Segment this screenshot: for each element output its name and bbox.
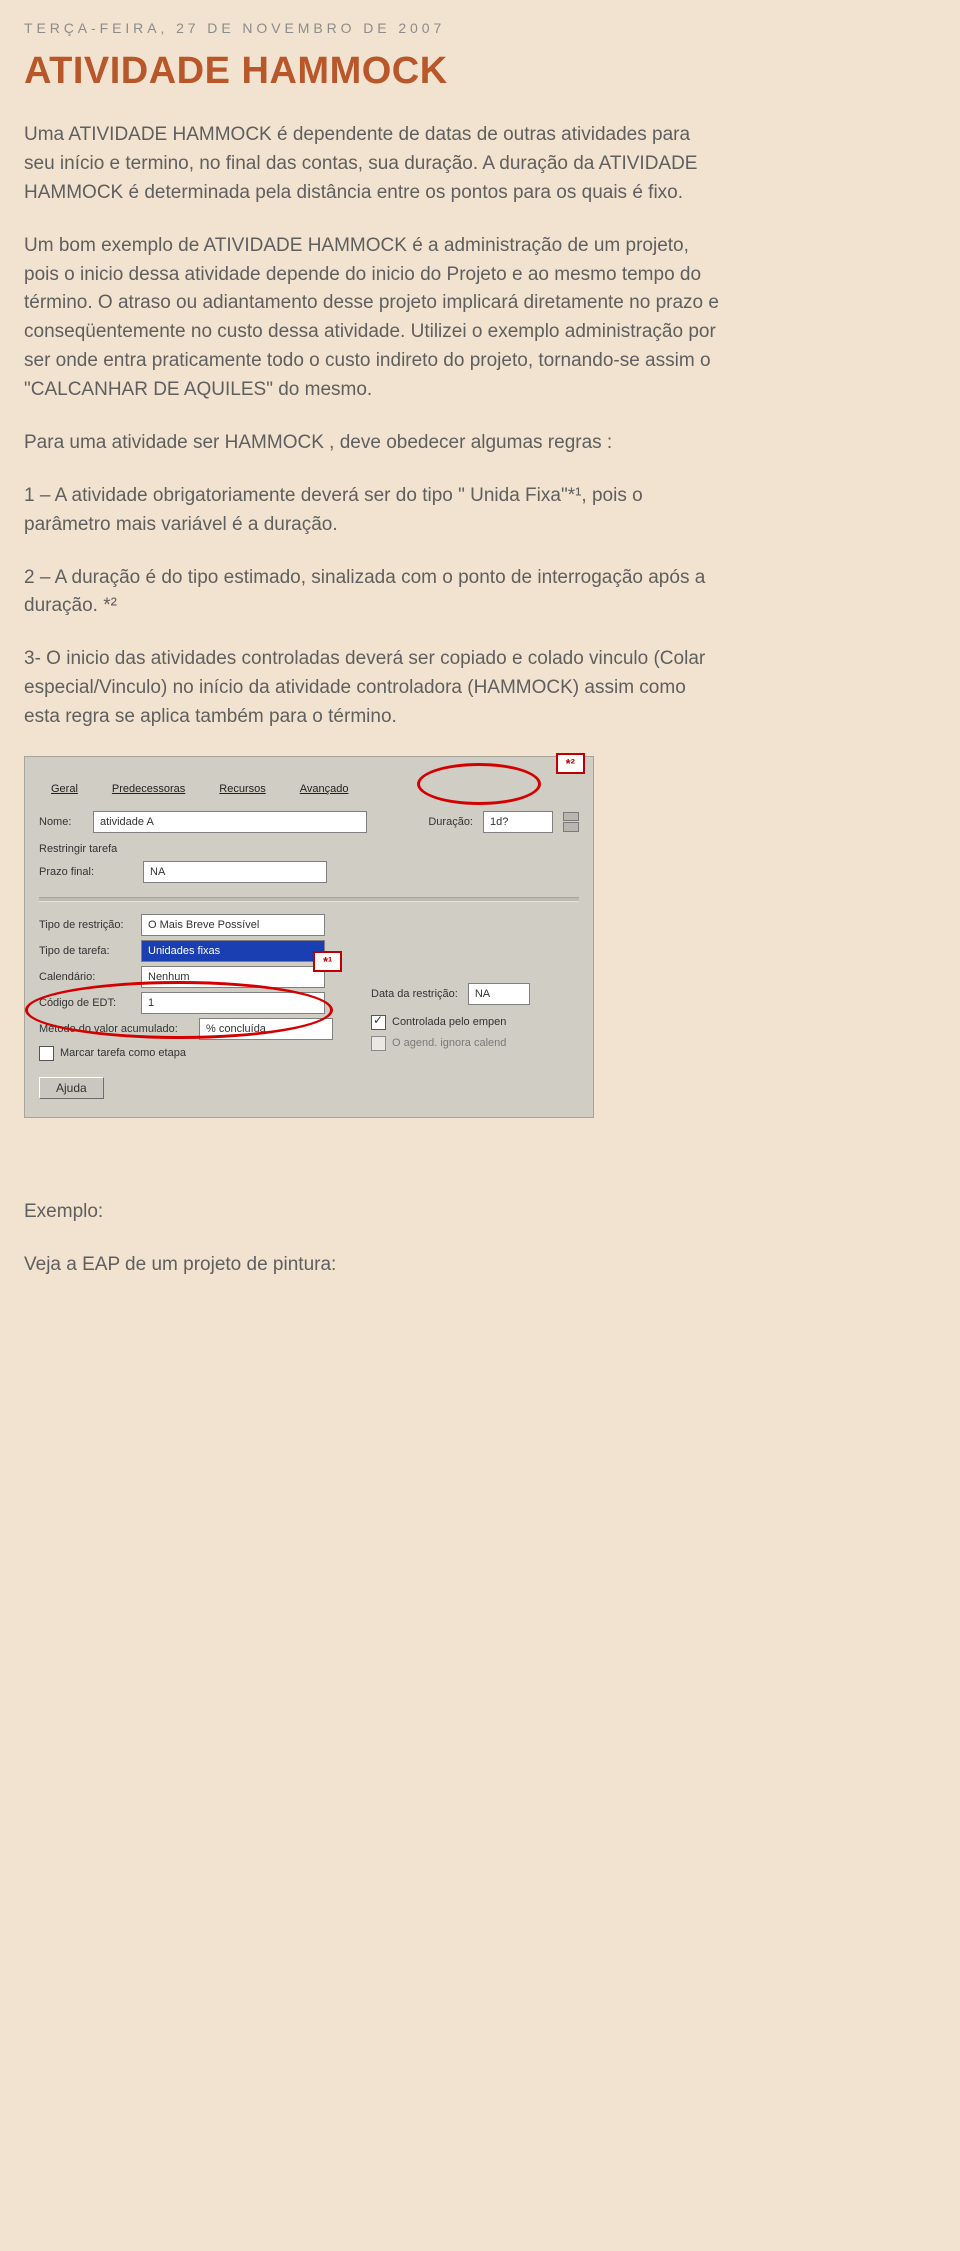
tab-predecessoras[interactable]: Predecessoras bbox=[112, 783, 185, 795]
post-date: TERÇA-FEIRA, 27 DE NOVEMBRO DE 2007 bbox=[24, 20, 724, 36]
prazo-final-field[interactable]: NA bbox=[143, 861, 327, 883]
nome-label: Nome: bbox=[39, 816, 83, 828]
eap-line: Veja a EAP de um projeto de pintura: bbox=[24, 1251, 724, 1280]
dialog-right-column: Data da restrição: NA ✓ Controlada pelo … bbox=[371, 973, 571, 1057]
paragraph-4: 1 – A atividade obrigatoriamente deverá … bbox=[24, 482, 724, 540]
tab-avancado[interactable]: Avançado bbox=[300, 783, 349, 795]
prazo-final-label: Prazo final: bbox=[39, 866, 133, 878]
paragraph-3: Para uma atividade ser HAMMOCK , deve ob… bbox=[24, 429, 724, 458]
calendario-label: Calendário: bbox=[39, 971, 133, 983]
agend-ignora-label: O agend. ignora calend bbox=[392, 1037, 506, 1049]
ajuda-button[interactable]: Ajuda bbox=[39, 1077, 104, 1099]
divider bbox=[39, 897, 579, 902]
tipo-restricao-field[interactable]: O Mais Breve Possível bbox=[141, 914, 325, 936]
exemplo-label: Exemplo: bbox=[24, 1198, 724, 1227]
mva-label: Método do valor acumulado: bbox=[39, 1023, 189, 1035]
data-restricao-label: Data da restrição: bbox=[371, 988, 458, 1000]
data-restricao-field[interactable]: NA bbox=[468, 983, 530, 1005]
dialog-tabs: Geral Predecessoras Recursos Avançado bbox=[39, 777, 579, 805]
edt-label: Código de EDT: bbox=[39, 997, 133, 1009]
task-dialog: *² Geral Predecessoras Recursos Avançado… bbox=[24, 756, 594, 1118]
tipo-restricao-label: Tipo de restrição: bbox=[39, 919, 133, 931]
nome-field[interactable]: atividade A bbox=[93, 811, 367, 833]
paragraph-1: Uma ATIVIDADE HAMMOCK é dependente de da… bbox=[24, 121, 724, 208]
annotation-note-1: *¹ bbox=[313, 951, 342, 972]
controlada-label: Controlada pelo empen bbox=[392, 1016, 506, 1028]
paragraph-5: 2 – A duração é do tipo estimado, sinali… bbox=[24, 564, 724, 622]
controlada-checkbox[interactable]: ✓ bbox=[371, 1015, 386, 1030]
task-dialog-figure: *² Geral Predecessoras Recursos Avançado… bbox=[24, 756, 724, 1118]
tab-recursos[interactable]: Recursos bbox=[219, 783, 265, 795]
annotation-note-2: *² bbox=[556, 753, 585, 774]
duracao-stepper[interactable] bbox=[563, 812, 579, 832]
tipo-tarefa-field[interactable]: Unidades fixas bbox=[141, 940, 325, 962]
calendario-field[interactable]: Nenhum bbox=[141, 966, 325, 988]
duracao-label: Duração: bbox=[428, 816, 473, 828]
marcar-etapa-checkbox[interactable] bbox=[39, 1046, 54, 1061]
marcar-etapa-label: Marcar tarefa como etapa bbox=[60, 1047, 186, 1059]
tipo-tarefa-label: Tipo de tarefa: bbox=[39, 945, 133, 957]
edt-field[interactable]: 1 bbox=[141, 992, 325, 1014]
restringir-label: Restringir tarefa bbox=[39, 843, 579, 855]
agend-ignora-checkbox bbox=[371, 1036, 386, 1051]
paragraph-6: 3- O inicio das atividades controladas d… bbox=[24, 645, 724, 732]
duracao-field[interactable]: 1d? bbox=[483, 811, 553, 833]
paragraph-2: Um bom exemplo de ATIVIDADE HAMMOCK é a … bbox=[24, 232, 724, 405]
tab-geral[interactable]: Geral bbox=[51, 783, 78, 795]
post-title[interactable]: ATIVIDADE HAMMOCK bbox=[24, 50, 724, 93]
mva-field[interactable]: % concluída bbox=[199, 1018, 333, 1040]
